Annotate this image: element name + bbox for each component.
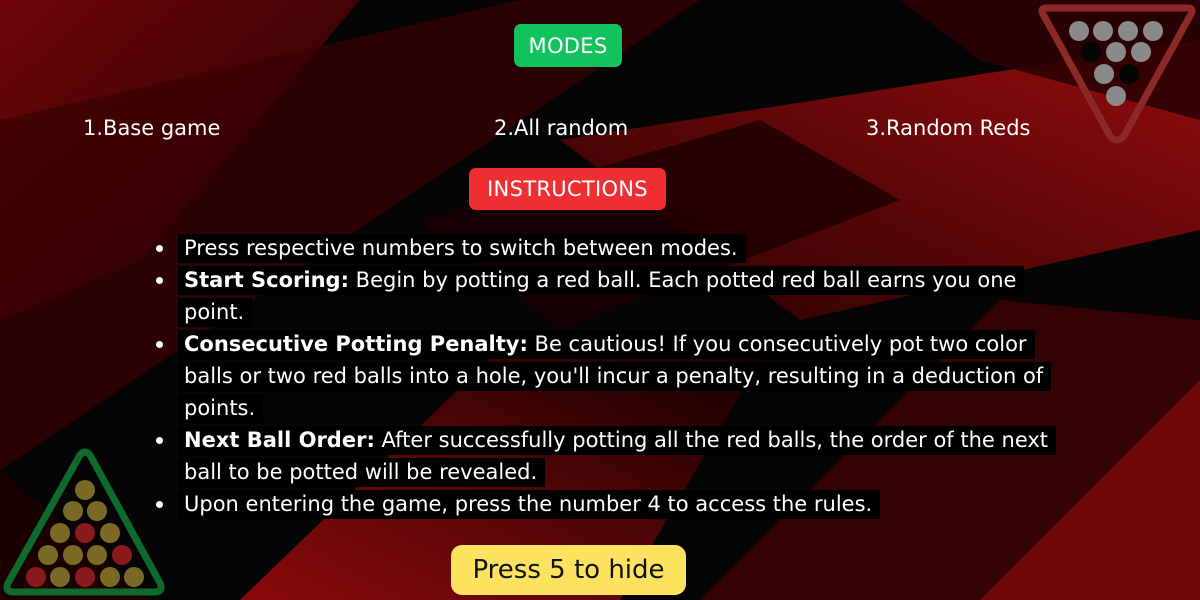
snooker-rack-triangle-icon — [1038, 4, 1196, 144]
instruction-item: Start Scoring: Begin by potting a red ba… — [150, 264, 1055, 328]
instruction-text-highlight: Press respective numbers to switch betwe… — [178, 234, 746, 263]
instruction-item: Next Ball Order: After successfully pott… — [150, 424, 1057, 488]
instruction-text-highlight: Start Scoring: Begin by potting a red ba… — [178, 266, 1025, 327]
instruction-text-highlight: Next Ball Order: After successfully pott… — [178, 426, 1057, 487]
mode-option-all-random: 2.All random — [494, 116, 629, 140]
instruction-bold: Consecutive Potting Penalty: — [184, 332, 528, 356]
instruction-text: Upon entering the game, press the number… — [184, 492, 873, 516]
instruction-text-highlight: Consecutive Potting Penalty: Be cautious… — [178, 330, 1052, 423]
mode-option-random-reds: 3.Random Reds — [866, 116, 1031, 140]
instructions-list: Press respective numbers to switch betwe… — [150, 232, 1057, 520]
press-5-hide-button[interactable]: Press 5 to hide — [451, 545, 686, 595]
instruction-bold: Next Ball Order: — [184, 428, 375, 452]
instruction-item: Upon entering the game, press the number… — [150, 488, 1055, 520]
instruction-bold: Start Scoring: — [184, 268, 349, 292]
modes-heading: MODES — [514, 24, 622, 67]
instruction-item: Press respective numbers to switch betwe… — [150, 232, 1055, 264]
snooker-rack-triangle-icon — [3, 448, 165, 596]
instructions-heading: INSTRUCTIONS — [469, 168, 666, 210]
instruction-text-highlight: Upon entering the game, press the number… — [178, 490, 881, 519]
instruction-text: Press respective numbers to switch betwe… — [184, 236, 738, 260]
instruction-item: Consecutive Potting Penalty: Be cautious… — [150, 328, 1055, 424]
mode-option-base-game: 1.Base game — [83, 116, 221, 140]
